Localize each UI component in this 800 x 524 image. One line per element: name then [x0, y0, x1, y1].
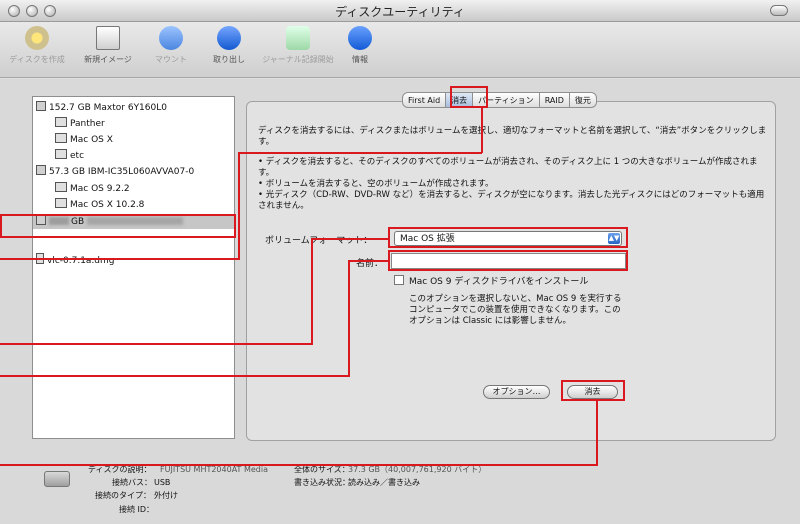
volume-icon — [55, 133, 67, 143]
volume-icon — [55, 117, 67, 127]
redacted-disk-name — [87, 217, 184, 225]
disk-image-icon — [36, 253, 44, 264]
name-label: 名前： — [356, 259, 384, 269]
tab-erase[interactable]: 消去 — [446, 92, 474, 108]
disk-utility-window: ディスクユーティリティ ディスクを作成 新規イメージ マウント 取り出し ジャー… — [0, 0, 800, 524]
hard-disk-icon — [36, 215, 46, 225]
erase-bullet-3: • 光ディスク（CD-RW、DVD-RW など）を消去すると、ディスクが空になり… — [258, 190, 765, 211]
tab-partition[interactable]: パーティション — [473, 92, 540, 108]
tab-first-aid[interactable]: First Aid — [402, 92, 447, 108]
eject-icon — [217, 26, 241, 50]
toolbar-toggle-icon[interactable] — [770, 5, 788, 16]
toolbar-mount-button[interactable]: マウント — [145, 26, 197, 76]
mac-os-9-help-line-2: コンピュータでこの装置を使用できなくなります。この — [409, 305, 621, 315]
redacted-capacity — [49, 217, 69, 225]
tab-bar: First Aid 消去 パーティション RAID 復元 — [402, 92, 597, 108]
info-id-label: 接続 ID： — [119, 505, 155, 514]
volume-format-label: ボリュームフォーマット： — [265, 236, 373, 246]
sidebar-item-selected-disk[interactable]: GB — [33, 215, 234, 229]
info-description-label: ディスクの説明： — [88, 465, 152, 474]
tab-raid[interactable]: RAID — [539, 92, 570, 108]
info-write-label: 書き込み状況： — [294, 478, 350, 487]
info-type-label: 接続のタイプ： — [95, 491, 151, 500]
chevron-updown-icon: ▲▼ — [608, 233, 620, 244]
hard-disk-icon — [36, 101, 46, 111]
disk-list-sidebar: 152.7 GB Maxtor 6Y160L0 Panther Mac OS X… — [32, 96, 235, 439]
title-bar: ディスクユーティリティ — [0, 0, 800, 22]
info-write-value: 読み込み／書き込み — [348, 478, 420, 487]
sidebar-item-mac-os-x[interactable]: Mac OS X — [55, 133, 113, 147]
volume-format-select[interactable]: Mac OS 拡張 ▲▼ — [394, 231, 622, 246]
options-button[interactable]: オプション… — [483, 385, 550, 399]
info-icon — [348, 26, 372, 50]
info-bus-value: USB — [154, 478, 171, 487]
mac-os-9-help-line-1: このオプションを選択しないと、Mac OS 9 を実行する — [409, 294, 622, 304]
info-type-value: 外付け — [154, 491, 178, 500]
sidebar-item-ibm-disk[interactable]: 57.3 GB IBM-IC35L060AVVA07-0 — [36, 165, 194, 179]
volume-icon — [55, 198, 67, 208]
mac-os-9-driver-label[interactable]: Mac OS 9 ディスクドライバをインストール — [409, 274, 588, 287]
volume-icon — [55, 182, 67, 192]
hard-disk-icon — [36, 165, 46, 175]
toolbar-eject-button[interactable]: 取り出し — [205, 26, 253, 76]
volume-name-input[interactable] — [391, 253, 626, 269]
journal-icon — [286, 26, 310, 50]
erase-bullet-2: • ボリュームを消去すると、空のボリュームが作成されます。 — [258, 179, 494, 189]
info-description-value: FUJITSU MHT2040AT Media — [160, 465, 269, 474]
mac-os-9-help-line-3: オプションは Classic には影響しません。 — [409, 316, 572, 326]
tab-restore[interactable]: 復元 — [569, 92, 597, 108]
info-total-value: 37.3 GB（40,007,761,920 バイト） — [348, 465, 487, 474]
toolbar-journal-button[interactable]: ジャーナル記録開始 — [258, 26, 338, 76]
toolbar: ディスクを作成 新規イメージ マウント 取り出し ジャーナル記録開始 情報 — [0, 22, 800, 78]
toolbar-burn-button[interactable]: ディスクを作成 — [6, 26, 68, 76]
info-total-label: 全体のサイズ： — [294, 465, 350, 474]
info-bus-label: 接続バス： — [112, 478, 152, 487]
burn-icon — [25, 26, 49, 50]
sidebar-item-panther[interactable]: Panther — [55, 117, 105, 131]
erase-intro-text: ディスクを消去するには、ディスクまたはボリュームを選択し、適切なフォーマットと名… — [258, 126, 767, 147]
erase-button[interactable]: 消去 — [567, 385, 618, 399]
mount-icon — [159, 26, 183, 50]
sidebar-item-vlc-image[interactable]: vlc-0.7.1a.dmg — [36, 253, 115, 267]
toolbar-new-image-button[interactable]: 新規イメージ — [77, 26, 139, 76]
disk-icon — [44, 471, 70, 487]
mac-os-9-driver-checkbox[interactable] — [394, 275, 404, 285]
erase-bullet-1: • ディスクを消去すると、そのディスクのすべてのボリュームが消去され、そのディス… — [258, 157, 758, 178]
window-title: ディスクユーティリティ — [335, 5, 465, 19]
sidebar-item-mac-os-x-10-2-8[interactable]: Mac OS X 10.2.8 — [55, 198, 144, 212]
sidebar-item-etc[interactable]: etc — [55, 149, 84, 163]
sidebar-item-mac-os-9-2-2[interactable]: Mac OS 9.2.2 — [55, 182, 130, 196]
new-image-icon — [96, 26, 120, 50]
sidebar-item-maxtor-disk[interactable]: 152.7 GB Maxtor 6Y160L0 — [36, 101, 167, 115]
volume-icon — [55, 149, 67, 159]
toolbar-info-button[interactable]: 情報 — [343, 26, 377, 76]
